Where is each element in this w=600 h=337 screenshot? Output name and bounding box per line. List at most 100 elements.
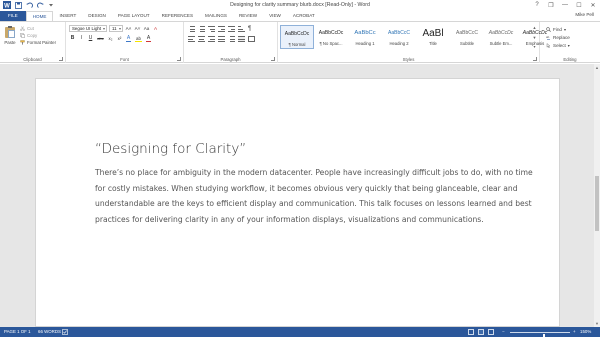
style-heading-2[interactable]: AaBbCcC Heading 2 (382, 25, 416, 49)
gallery-down-icon[interactable]: ▼ (533, 35, 537, 40)
align-left-icon[interactable] (188, 36, 195, 42)
svg-text:ab: ab (546, 35, 550, 39)
search-icon (546, 26, 551, 32)
cursor-icon (546, 42, 551, 48)
bold-button[interactable]: B (69, 35, 76, 42)
ribbon-tabs: FILE HOME INSERT DESIGN PAGE LAYOUT REFE… (0, 11, 600, 21)
shading-icon[interactable] (238, 36, 245, 42)
close-icon[interactable]: ✕ (588, 2, 598, 9)
align-right-icon[interactable] (208, 36, 215, 42)
document-page[interactable]: “Designing for Clarity” There’s no place… (35, 78, 560, 327)
tab-acrobat[interactable]: ACROBAT (287, 11, 321, 21)
italic-button[interactable]: I (78, 35, 85, 42)
font-launcher-icon[interactable] (177, 57, 181, 61)
page-count[interactable]: PAGE 1 OF 1 (4, 327, 31, 337)
zoom-in-button[interactable]: + (573, 327, 576, 337)
highlight-button[interactable]: ab (134, 35, 143, 42)
change-case-button[interactable]: Aa (143, 26, 150, 31)
editing-group-label: Editing (563, 57, 577, 62)
print-layout-icon[interactable] (478, 329, 484, 335)
select-button[interactable]: Select ▾ (546, 41, 570, 49)
chevron-down-icon: ▾ (102, 26, 105, 31)
style-title[interactable]: AaBl Title (416, 25, 450, 49)
numbering-icon[interactable] (198, 26, 205, 32)
grow-font-button[interactable]: A˄ (125, 26, 132, 31)
tab-page-layout[interactable]: PAGE LAYOUT (112, 11, 156, 21)
font-size-combo[interactable]: 11 ▾ (109, 25, 123, 32)
borders-icon[interactable] (248, 36, 255, 42)
zoom-level[interactable]: 150% (580, 327, 591, 337)
tab-review[interactable]: REVIEW (233, 11, 263, 21)
style-name: ¶ No Spac... (319, 41, 343, 46)
font-name-combo[interactable]: Segoe UI Light ▾ (69, 25, 107, 32)
tab-view[interactable]: VIEW (263, 11, 287, 21)
strikethrough-button[interactable]: abc (96, 35, 105, 42)
user-name[interactable]: Mike Pell (575, 12, 594, 17)
style-no-spacing[interactable]: AaBbCcDc ¶ No Spac... (314, 25, 348, 49)
style-name: Subtitle (460, 41, 474, 46)
zoom-slider[interactable] (510, 332, 570, 337)
sort-icon[interactable] (238, 26, 245, 32)
replace-button[interactable]: ab Replace (546, 33, 570, 41)
tab-insert[interactable]: INSERT (53, 11, 82, 21)
paste-button[interactable]: Paste (3, 25, 17, 45)
minimize-icon[interactable]: — (560, 2, 570, 8)
web-layout-icon[interactable] (488, 329, 494, 335)
text-effects-button[interactable]: A (125, 35, 132, 42)
underline-button[interactable]: U (87, 35, 94, 42)
increase-indent-icon[interactable] (228, 26, 235, 32)
scroll-up-icon[interactable]: ▲ (594, 65, 600, 70)
gallery-up-icon[interactable]: ▲ (533, 25, 537, 30)
paragraph-group: ¶ Paragraph (184, 22, 278, 63)
help-icon[interactable]: ? (532, 2, 542, 8)
gallery-more-icon[interactable]: ▾ (533, 44, 535, 49)
font-name-value: Segoe UI Light (72, 26, 102, 31)
align-center-icon[interactable] (198, 36, 205, 42)
style-sample: AaBbCcC (456, 30, 478, 36)
decrease-indent-icon[interactable] (218, 26, 225, 32)
style-heading-1[interactable]: AaBbCc Heading 1 (348, 25, 382, 49)
cut-button[interactable]: Cut (20, 25, 56, 32)
shrink-font-button[interactable]: A˅ (134, 26, 141, 31)
paragraph-launcher-icon[interactable] (271, 57, 275, 61)
bullets-icon[interactable] (188, 26, 195, 32)
read-mode-icon[interactable] (468, 329, 474, 335)
document-title[interactable]: “Designing for Clarity” (95, 141, 246, 157)
scrollbar-thumb[interactable] (595, 176, 599, 231)
copy-button[interactable]: Copy (20, 32, 56, 39)
tab-home[interactable]: HOME (25, 11, 54, 21)
style-normal[interactable]: AaBbCcDc ¶ Normal (280, 25, 314, 49)
show-formatting-button[interactable]: ¶ (248, 26, 251, 32)
chevron-down-icon: ▾ (118, 26, 121, 31)
style-name: Heading 1 (355, 41, 375, 46)
tab-mailings[interactable]: MAILINGS (199, 11, 233, 21)
style-sample: AaBbCc (354, 30, 376, 36)
style-subtitle[interactable]: AaBbCcC Subtitle (450, 25, 484, 49)
maximize-icon[interactable]: ☐ (574, 2, 584, 9)
window-title: Designing for clarity summary blurb.docx… (230, 2, 370, 8)
ribbon-display-icon[interactable]: ❐ (546, 2, 556, 9)
styles-launcher-icon[interactable] (533, 57, 537, 61)
clipboard-launcher-icon[interactable] (59, 57, 63, 61)
justify-icon[interactable] (218, 36, 225, 42)
font-color-button[interactable]: A (145, 35, 152, 42)
multilevel-list-icon[interactable] (208, 26, 215, 32)
paragraph-group-label: Paragraph (220, 57, 241, 62)
tab-file[interactable]: FILE (0, 11, 26, 21)
zoom-out-button[interactable]: − (502, 327, 505, 337)
document-body[interactable]: There’s no place for ambiguity in the mo… (95, 165, 535, 227)
superscript-button[interactable]: x² (116, 35, 123, 42)
scissors-icon (20, 26, 25, 31)
tab-references[interactable]: REFERENCES (156, 11, 199, 21)
proofing-icon[interactable] (62, 327, 68, 337)
format-painter-button[interactable]: Format Painter (20, 39, 56, 46)
word-count[interactable]: 66 WORDS (38, 327, 61, 337)
style-subtle-emphasis[interactable]: AaBbCcDc Subtle Em... (484, 25, 518, 49)
vertical-scrollbar[interactable]: ▲ ▼ (594, 64, 600, 327)
line-spacing-icon[interactable] (228, 36, 235, 42)
tab-design[interactable]: DESIGN (82, 11, 112, 21)
find-button[interactable]: Find ▾ (546, 25, 570, 33)
clear-formatting-button[interactable]: A (152, 26, 159, 31)
scroll-down-icon[interactable]: ▼ (594, 321, 600, 326)
subscript-button[interactable]: x₂ (107, 35, 114, 42)
